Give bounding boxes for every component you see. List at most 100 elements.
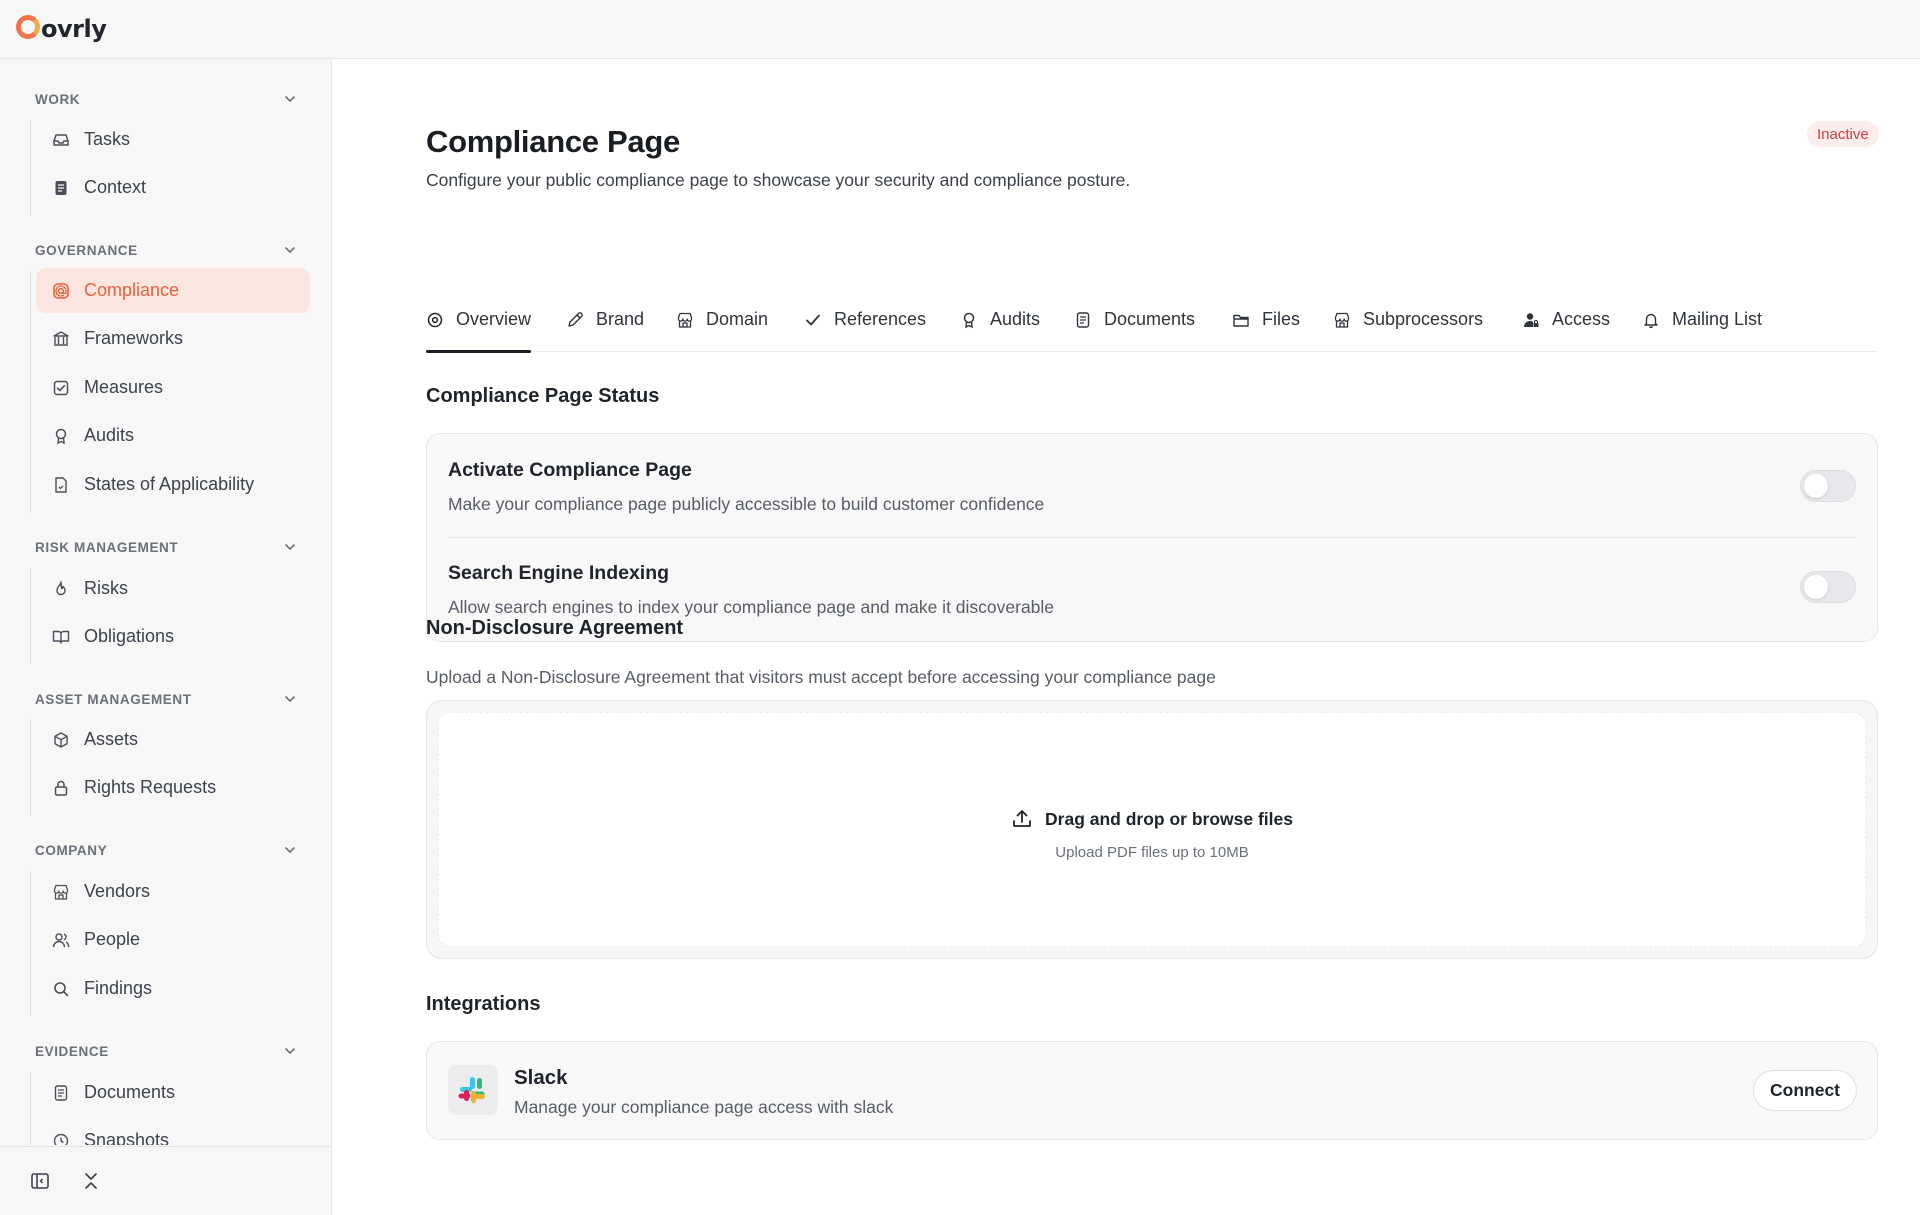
- tab-references[interactable]: References: [804, 287, 926, 352]
- sidebar-item-label: Assets: [84, 729, 139, 749]
- nav-group-rail: [30, 568, 31, 664]
- tab-files[interactable]: Files: [1232, 287, 1300, 352]
- sidebar-item-snapshots[interactable]: Snapshots: [36, 1118, 310, 1145]
- dropzone-label: Drag and drop or browse files: [1045, 808, 1293, 829]
- tab-label: Documents: [1104, 309, 1196, 329]
- sidebar-item-label: Findings: [84, 978, 153, 998]
- sidebar-item-frameworks[interactable]: Frameworks: [36, 316, 310, 361]
- file-dropzone[interactable]: Drag and drop or browse files Upload PDF…: [438, 712, 1866, 947]
- tab-subprocessors[interactable]: Subprocessors: [1333, 287, 1483, 352]
- sidebar-item-label: Snapshots: [84, 1130, 170, 1145]
- search-engine-indexing-toggle[interactable]: [1800, 571, 1856, 603]
- connect-slack-button[interactable]: Connect: [1753, 1070, 1857, 1111]
- sidebar-item-label: Frameworks: [84, 328, 184, 348]
- collapse-all-icon[interactable]: [80, 1170, 102, 1192]
- sidebar-item-rights-requests[interactable]: Rights Requests: [36, 765, 310, 810]
- tab-access[interactable]: Access: [1522, 287, 1610, 352]
- tab-brand[interactable]: Brand: [566, 287, 644, 352]
- nav-group-label: COMPANY: [35, 842, 108, 858]
- tab-audits[interactable]: Audits: [960, 287, 1040, 352]
- sidebar-item-label: Vendors: [84, 881, 151, 901]
- sidebar-item-obligations[interactable]: Obligations: [36, 614, 310, 659]
- nav-group-label: RISK MANAGEMENT: [35, 539, 179, 555]
- toggle-knob: [1804, 575, 1828, 599]
- fire-icon: [52, 580, 70, 598]
- sidebar-item-tasks[interactable]: Tasks: [36, 117, 310, 162]
- inbox-icon: [52, 131, 70, 149]
- tab-overview[interactable]: Overview: [426, 287, 532, 353]
- search-icon: [52, 980, 70, 998]
- tab-label: Subprocessors: [1363, 309, 1484, 329]
- dropzone-hint: Upload PDF files up to 10MB: [1055, 844, 1249, 861]
- activate-compliance-page-toggle[interactable]: [1800, 470, 1856, 502]
- lock-icon: [52, 779, 70, 797]
- sidebar-item-risks[interactable]: Risks: [36, 566, 310, 611]
- row-desc-activate: Make your compliance page publicly acces…: [448, 494, 1045, 514]
- sidebar-toggle-icon[interactable]: [29, 1170, 51, 1192]
- nav-group-header-risk-management[interactable]: RISK MANAGEMENT: [35, 537, 297, 557]
- sidebar-item-label: Obligations: [84, 626, 175, 646]
- sidebar-item-label: Audits: [84, 425, 135, 445]
- upload-icon: [1013, 810, 1031, 827]
- bell-icon: [1642, 311, 1660, 329]
- nav-group-header-governance[interactable]: GOVERNANCE: [35, 240, 297, 260]
- sidebar-item-label: Context: [84, 177, 147, 197]
- sidebar-item-people[interactable]: People: [36, 917, 310, 962]
- sidebar-item-audits[interactable]: Audits: [36, 413, 310, 458]
- row-title-activate: Activate Compliance Page: [448, 459, 692, 481]
- chevron-down-icon: [285, 1048, 295, 1055]
- page-title: Compliance Page: [426, 124, 680, 159]
- top-bar: ovrly: [0, 0, 1920, 59]
- document-icon: [52, 1084, 70, 1102]
- book-open-icon: [52, 628, 70, 646]
- tab-label: Files: [1262, 309, 1301, 329]
- nav-group-header-company[interactable]: COMPANY: [35, 840, 297, 860]
- cube-icon: [52, 731, 70, 749]
- section-title-integrations: Integrations: [426, 993, 541, 1015]
- sidebar-item-assets[interactable]: Assets: [36, 717, 310, 762]
- tab-domain[interactable]: Domain: [676, 287, 768, 352]
- logo-mark-icon: [16, 15, 40, 39]
- chevron-down-icon: [285, 247, 295, 254]
- row-title-indexing: Search Engine Indexing: [448, 562, 670, 584]
- sidebar-nav[interactable]: WORK Tasks Context GOVERNANCE Compliance…: [0, 59, 331, 1145]
- tab-label: References: [834, 309, 927, 329]
- award-icon: [960, 311, 978, 329]
- tab-label: Access: [1552, 309, 1611, 329]
- tab-documents[interactable]: Documents: [1074, 287, 1195, 352]
- storefront-icon: [1333, 311, 1351, 329]
- nda-description: Upload a Non-Disclosure Agreement that v…: [426, 667, 1216, 687]
- storefront-icon: [52, 883, 70, 901]
- sidebar-item-findings[interactable]: Findings: [36, 966, 310, 1011]
- tab-bar: Overview Brand Domain References Audits …: [426, 287, 1878, 353]
- sidebar-item-vendors[interactable]: Vendors: [36, 869, 310, 914]
- sidebar-item-context[interactable]: Context: [36, 165, 310, 210]
- nav-group-label: GOVERNANCE: [35, 242, 138, 258]
- tab-mailing-list[interactable]: Mailing List: [1642, 287, 1762, 352]
- nav-group-rail: [30, 871, 31, 1015]
- sidebar-item-label: People: [84, 929, 141, 949]
- sidebar-item-documents[interactable]: Documents: [36, 1070, 310, 1115]
- nav-group-header-asset-management[interactable]: ASSET MANAGEMENT: [35, 689, 297, 709]
- sidebar-item-label: Rights Requests: [84, 777, 217, 797]
- dropzone-label-row: Drag and drop or browse files: [439, 808, 1865, 830]
- logo-text: ovrly: [41, 15, 107, 43]
- sidebar-item-measures[interactable]: Measures: [36, 365, 310, 410]
- chevron-down-icon: [285, 96, 295, 103]
- nav-group-rail: [30, 1072, 31, 1145]
- nav-group-header-work[interactable]: WORK: [35, 89, 297, 109]
- tab-label: Domain: [706, 309, 769, 329]
- section-title-status: Compliance Page Status: [426, 385, 660, 407]
- sidebar-item-states-of-applicability[interactable]: States of Applicability: [36, 462, 310, 507]
- app-logo[interactable]: ovrly: [16, 12, 107, 46]
- sidebar-item-label: Compliance: [84, 280, 180, 300]
- landmark-icon: [52, 330, 70, 348]
- nav-group-rail: [30, 120, 31, 216]
- target-icon: [426, 311, 444, 329]
- tab-label: Brand: [596, 309, 645, 329]
- nav-group-header-evidence[interactable]: EVIDENCE: [35, 1041, 297, 1061]
- nav-group-label: WORK: [35, 91, 81, 107]
- user-lock-icon: [1522, 311, 1540, 329]
- sidebar-item-compliance[interactable]: Compliance: [36, 268, 310, 313]
- nav-group-rail: [30, 719, 31, 815]
